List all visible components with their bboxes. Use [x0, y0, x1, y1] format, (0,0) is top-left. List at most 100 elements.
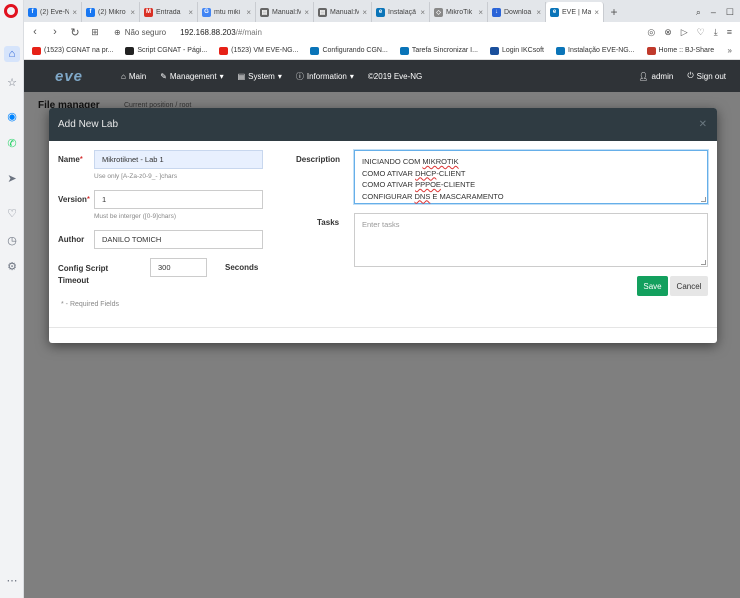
security-indicator[interactable]: ⊕ Não seguro [114, 28, 166, 37]
bookmark-item[interactable]: Instalação EVE-NG... [556, 46, 635, 55]
heart-icon[interactable]: ♡ [4, 205, 20, 221]
nav-item-label: Main [128, 71, 147, 81]
close-icon[interactable]: ✕ [699, 119, 717, 130]
star-icon[interactable]: ☆ [4, 74, 20, 90]
bookmark-favicon-icon [125, 46, 135, 55]
reload-icon[interactable]: ↻ [70, 26, 80, 39]
name-input[interactable]: Mikrotiknet - Lab 1 [94, 150, 263, 169]
version-input[interactable]: 1 [94, 190, 263, 209]
forward-icon[interactable]: › [50, 26, 60, 38]
info-icon: ⓘ [295, 71, 304, 81]
speed-dial-icon[interactable]: ⊞ [90, 27, 100, 38]
window-controls: ⌕ – ☐ [696, 2, 740, 22]
bookmark-favicon-icon [556, 46, 565, 55]
nav-item[interactable]: ▤ System ▾ [231, 60, 289, 92]
snapshot-icon[interactable]: ◎ [647, 27, 655, 38]
nav-item[interactable]: ⓘ Information ▾ [289, 60, 361, 92]
nav-item-label: Information [306, 71, 347, 81]
bookmark-item[interactable]: (1523) CGNAT na pr... [32, 46, 113, 55]
tab-close-icon[interactable]: × [420, 8, 425, 17]
config-timeout-input[interactable]: 300 [150, 258, 207, 277]
modal-footer-divider [49, 327, 717, 328]
bookmark-item[interactable]: Script CGNAT - Pági... [125, 46, 208, 55]
tab-close-icon[interactable]: × [594, 8, 599, 17]
modal-body: Name* Mikrotiknet - Lab 1 Use only [A-Za… [49, 141, 717, 343]
author-label: Author [58, 235, 85, 244]
send-icon[interactable]: ➤ [4, 170, 20, 186]
tab-favicon-icon: ↓ [492, 7, 501, 17]
browser-tab[interactable]: f (2) Eve-N × [24, 2, 82, 22]
tab-close-icon[interactable]: × [478, 8, 483, 17]
sign-out-icon: ⏻ [687, 71, 694, 80]
opera-logo-icon[interactable] [4, 4, 18, 18]
resize-handle[interactable] [701, 260, 706, 265]
tab-title: (2) Eve-N [40, 8, 70, 16]
user-menu[interactable]: 👤︎ admin [631, 60, 680, 92]
bookmark-heart-icon[interactable]: ♡ [697, 27, 705, 38]
caret-down-icon: ▾ [349, 71, 354, 81]
tab-close-icon[interactable]: × [304, 8, 309, 17]
browser-tab[interactable]: Gmtu miki × [198, 2, 256, 22]
nav-item[interactable]: ©2019 Eve-NG [361, 60, 429, 92]
bookmarks-more-icon[interactable]: » [728, 46, 740, 55]
url-host: 192.168.88.203 [180, 27, 236, 37]
more-icon[interactable]: ⋯ [4, 572, 20, 588]
tab-close-icon[interactable]: × [188, 8, 193, 17]
bookmark-item[interactable]: Home :: BJ-Share [646, 46, 714, 55]
download-icon[interactable]: ⤓ [714, 27, 718, 38]
home-icon[interactable]: ⌂ [4, 46, 20, 62]
whatsapp-icon[interactable]: ✆ [4, 135, 20, 151]
settings-icon[interactable]: ⚙ [4, 258, 20, 274]
tab-favicon-icon: e [550, 7, 559, 17]
address-actions: ◎ ⊗ ▷ ♡ ⤓ ≡ [647, 27, 740, 38]
tab-close-icon[interactable]: × [536, 8, 541, 17]
resize-handle[interactable] [701, 197, 706, 202]
description-textarea[interactable]: INICIANDO COM MIKROTIK COMO ATIVAR DHCP-C… [354, 150, 708, 204]
new-tab-button[interactable]: + [604, 2, 624, 22]
back-icon[interactable]: ‹ [30, 26, 40, 38]
tab-close-icon[interactable]: × [72, 8, 77, 17]
tasks-textarea[interactable]: Enter tasks [354, 213, 708, 267]
security-label: Não seguro [124, 27, 167, 37]
minimize-icon[interactable]: – [711, 7, 716, 17]
tasks-label: Tasks [317, 218, 340, 227]
browser-tab[interactable]: f (2) Mikro × [82, 2, 140, 22]
sign-out-link[interactable]: ⏻ Sign out [680, 60, 740, 92]
url-path: /#/main [235, 27, 262, 37]
tab-close-icon[interactable]: × [246, 8, 251, 17]
history-icon[interactable]: ◷ [4, 232, 20, 248]
browser-tab[interactable]: ◇ MikroTik × [430, 2, 488, 22]
browser-tab[interactable]: e EVE | Ma × [546, 2, 604, 22]
clear-icon[interactable]: ⊗ [664, 27, 672, 38]
nav-item[interactable]: ⌂ Main [114, 60, 153, 92]
bookmark-item[interactable]: Tarefa Sincronizar I... [399, 46, 478, 55]
bookmark-item[interactable]: Configurando CGN... [310, 46, 388, 55]
bookmark-label: Script CGNAT - Pági... [137, 47, 208, 54]
bookmark-item[interactable]: (1523) VM EVE-NG... [219, 46, 298, 55]
tab-title: MikroTik [446, 8, 473, 16]
browser-tab[interactable]: M Entrada × [140, 2, 198, 22]
url-field[interactable]: 192.168.88.203/#/main [180, 28, 262, 37]
save-button[interactable]: Save [637, 276, 668, 296]
seconds-label: Seconds [225, 263, 259, 272]
search-tabs-icon[interactable]: ⌕ [696, 7, 701, 18]
browser-tab[interactable]: e Instalaçã × [372, 2, 430, 22]
eve-logo[interactable]: eve [24, 60, 114, 92]
maximize-icon[interactable]: ☐ [726, 7, 734, 18]
name-label: Name* [58, 155, 83, 164]
home-icon: ⌂ [121, 71, 126, 81]
browser-tab[interactable]: ▤ Manual:M × [256, 2, 314, 22]
required-note: * - Required Fields [61, 301, 119, 308]
nav-item[interactable]: ✎ Management ▾ [153, 60, 230, 92]
tab-close-icon[interactable]: × [130, 8, 135, 17]
messenger-icon[interactable]: ◉ [4, 108, 20, 124]
tab-close-icon[interactable]: × [362, 8, 367, 17]
send-page-icon[interactable]: ▷ [681, 27, 688, 38]
bookmark-item[interactable]: Login IKCsoft [489, 46, 544, 55]
tasks-placeholder: Enter tasks [362, 220, 400, 229]
browser-tab[interactable]: ▤ Manual:M × [314, 2, 372, 22]
author-input[interactable]: DANILO TOMICH [94, 230, 263, 249]
browser-tab[interactable]: ↓ Downloa × [488, 2, 546, 22]
cancel-button[interactable]: Cancel [670, 276, 708, 296]
menu-icon[interactable]: ≡ [727, 27, 732, 38]
